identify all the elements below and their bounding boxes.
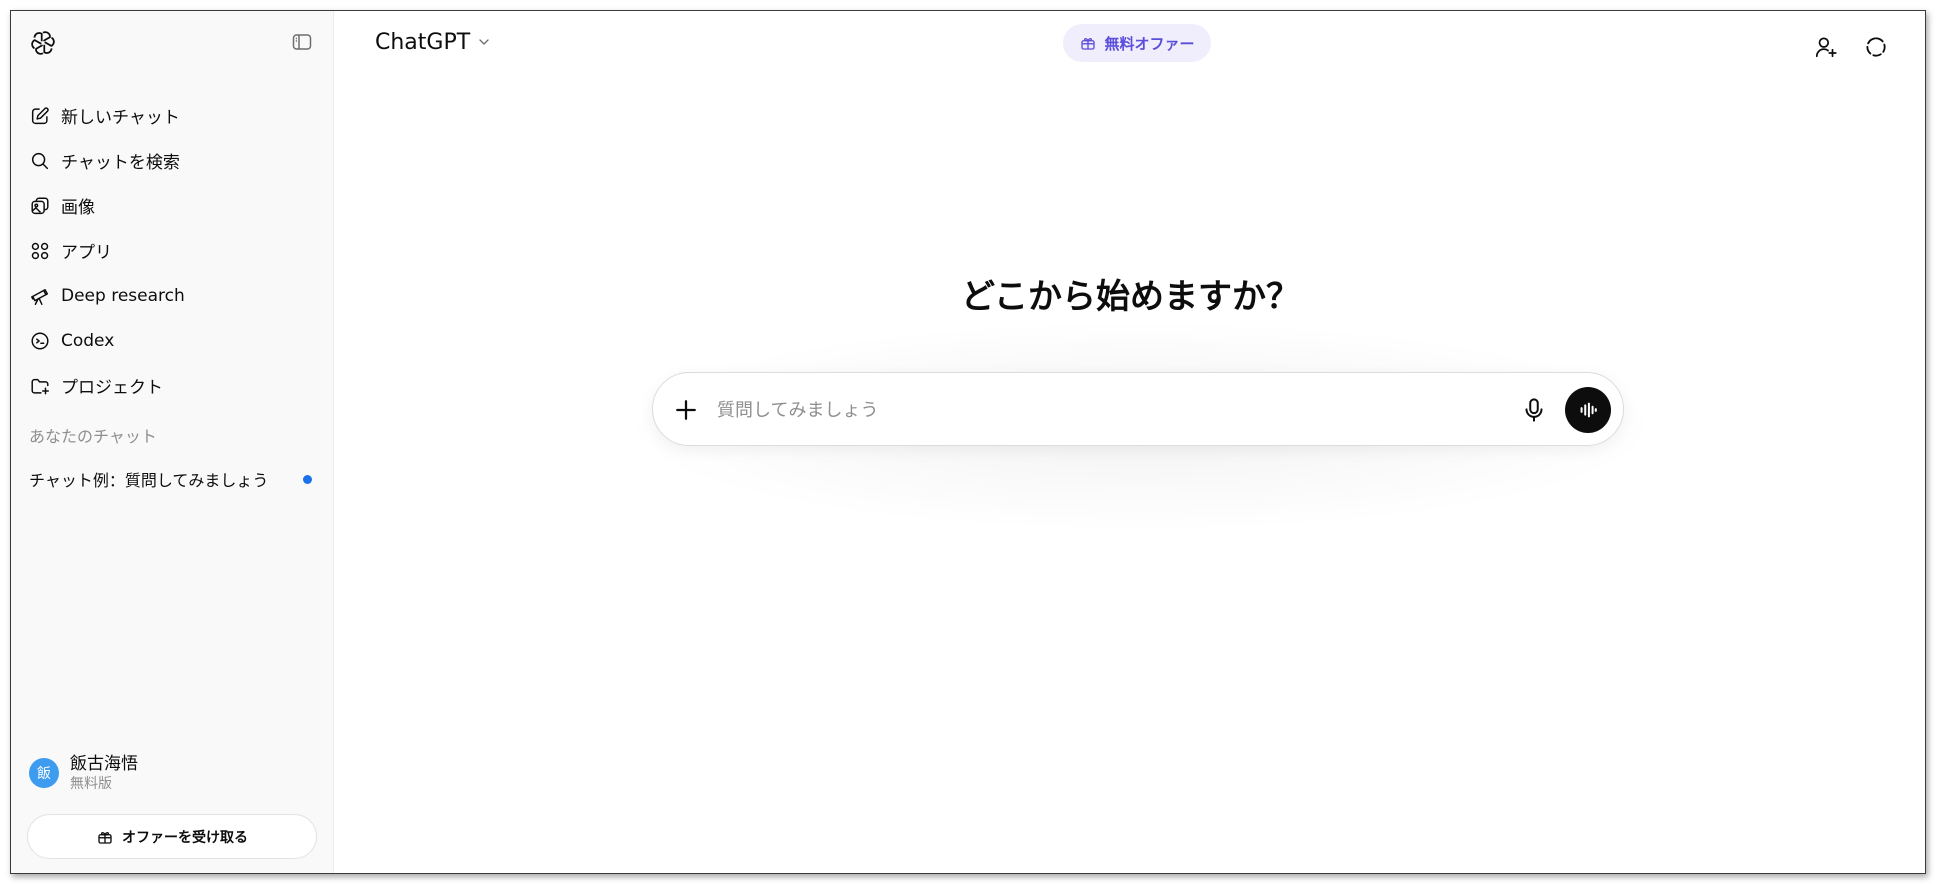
voice-waveform-icon <box>1580 402 1597 418</box>
sidebar-toggle-icon[interactable] <box>290 30 314 54</box>
codex-icon <box>31 331 49 349</box>
sidebar-item-images[interactable]: 画像 <box>19 183 326 228</box>
gift-icon <box>98 831 112 844</box>
sidebar-item-projects[interactable]: プロジェクト <box>19 363 326 408</box>
user-profile[interactable]: 飯 飯古海悟 無料版 <box>29 753 138 793</box>
free-offer-button[interactable]: 無料オファー <box>1063 24 1211 62</box>
sidebar-item-label: Deep research <box>61 285 185 306</box>
user-plan: 無料版 <box>70 776 112 792</box>
openai-logo-icon[interactable] <box>29 29 57 57</box>
plus-icon[interactable] <box>671 395 701 425</box>
chat-history-item[interactable]: チャット例：質問してみましょう <box>19 459 326 499</box>
apps-grid-icon <box>31 242 49 259</box>
claim-offer-button[interactable]: オファーを受け取る <box>27 814 317 859</box>
avatar: 飯 <box>29 758 59 788</box>
microphone-icon[interactable] <box>1519 395 1549 425</box>
chat-title: チャット例：質問してみましょう <box>29 471 269 490</box>
sidebar-item-label: 新しいチャット <box>61 108 180 128</box>
search-icon <box>31 152 49 169</box>
sidebar-item-label: チャットを検索 <box>61 153 180 173</box>
add-person-icon[interactable] <box>1813 34 1839 60</box>
app-window: 新しいチャット チャットを検索 画像 アプリ Deep research Cod… <box>10 10 1926 874</box>
gift-icon <box>1081 38 1096 50</box>
user-text: 飯古海悟 無料版 <box>70 753 138 793</box>
claim-offer-label: オファーを受け取る <box>122 829 248 846</box>
telescope-icon <box>31 288 49 305</box>
model-selector[interactable]: ChatGPT <box>375 27 492 57</box>
sidebar-item-deep-research[interactable]: Deep research <box>19 273 326 318</box>
sidebar-nav: 新しいチャット チャットを検索 画像 アプリ Deep research Cod… <box>19 93 326 408</box>
your-chats-heading: あなたのチャット <box>29 427 157 446</box>
sidebar: 新しいチャット チャットを検索 画像 アプリ Deep research Cod… <box>11 11 334 873</box>
sidebar-item-new-chat[interactable]: 新しいチャット <box>19 93 326 138</box>
model-name: ChatGPT <box>375 29 471 55</box>
folder-plus-icon <box>31 378 49 395</box>
unread-dot-icon <box>303 475 312 484</box>
free-offer-label: 無料オファー <box>1104 34 1195 53</box>
voice-mode-button[interactable] <box>1565 387 1611 433</box>
sidebar-item-apps[interactable]: アプリ <box>19 228 326 273</box>
edit-icon <box>31 106 49 124</box>
chevron-down-icon <box>479 39 489 45</box>
sidebar-item-label: 画像 <box>61 198 95 218</box>
images-icon <box>31 196 49 214</box>
prompt-input[interactable] <box>717 393 1487 427</box>
sidebar-item-search-chats[interactable]: チャットを検索 <box>19 138 326 183</box>
sidebar-item-label: プロジェクト <box>61 378 163 398</box>
sidebar-item-label: アプリ <box>61 243 112 263</box>
chat-composer <box>652 372 1624 446</box>
sidebar-item-codex[interactable]: Codex <box>19 318 326 363</box>
sidebar-item-label: Codex <box>61 330 115 351</box>
user-name: 飯古海悟 <box>70 754 138 774</box>
temporary-chat-icon[interactable] <box>1863 34 1889 60</box>
